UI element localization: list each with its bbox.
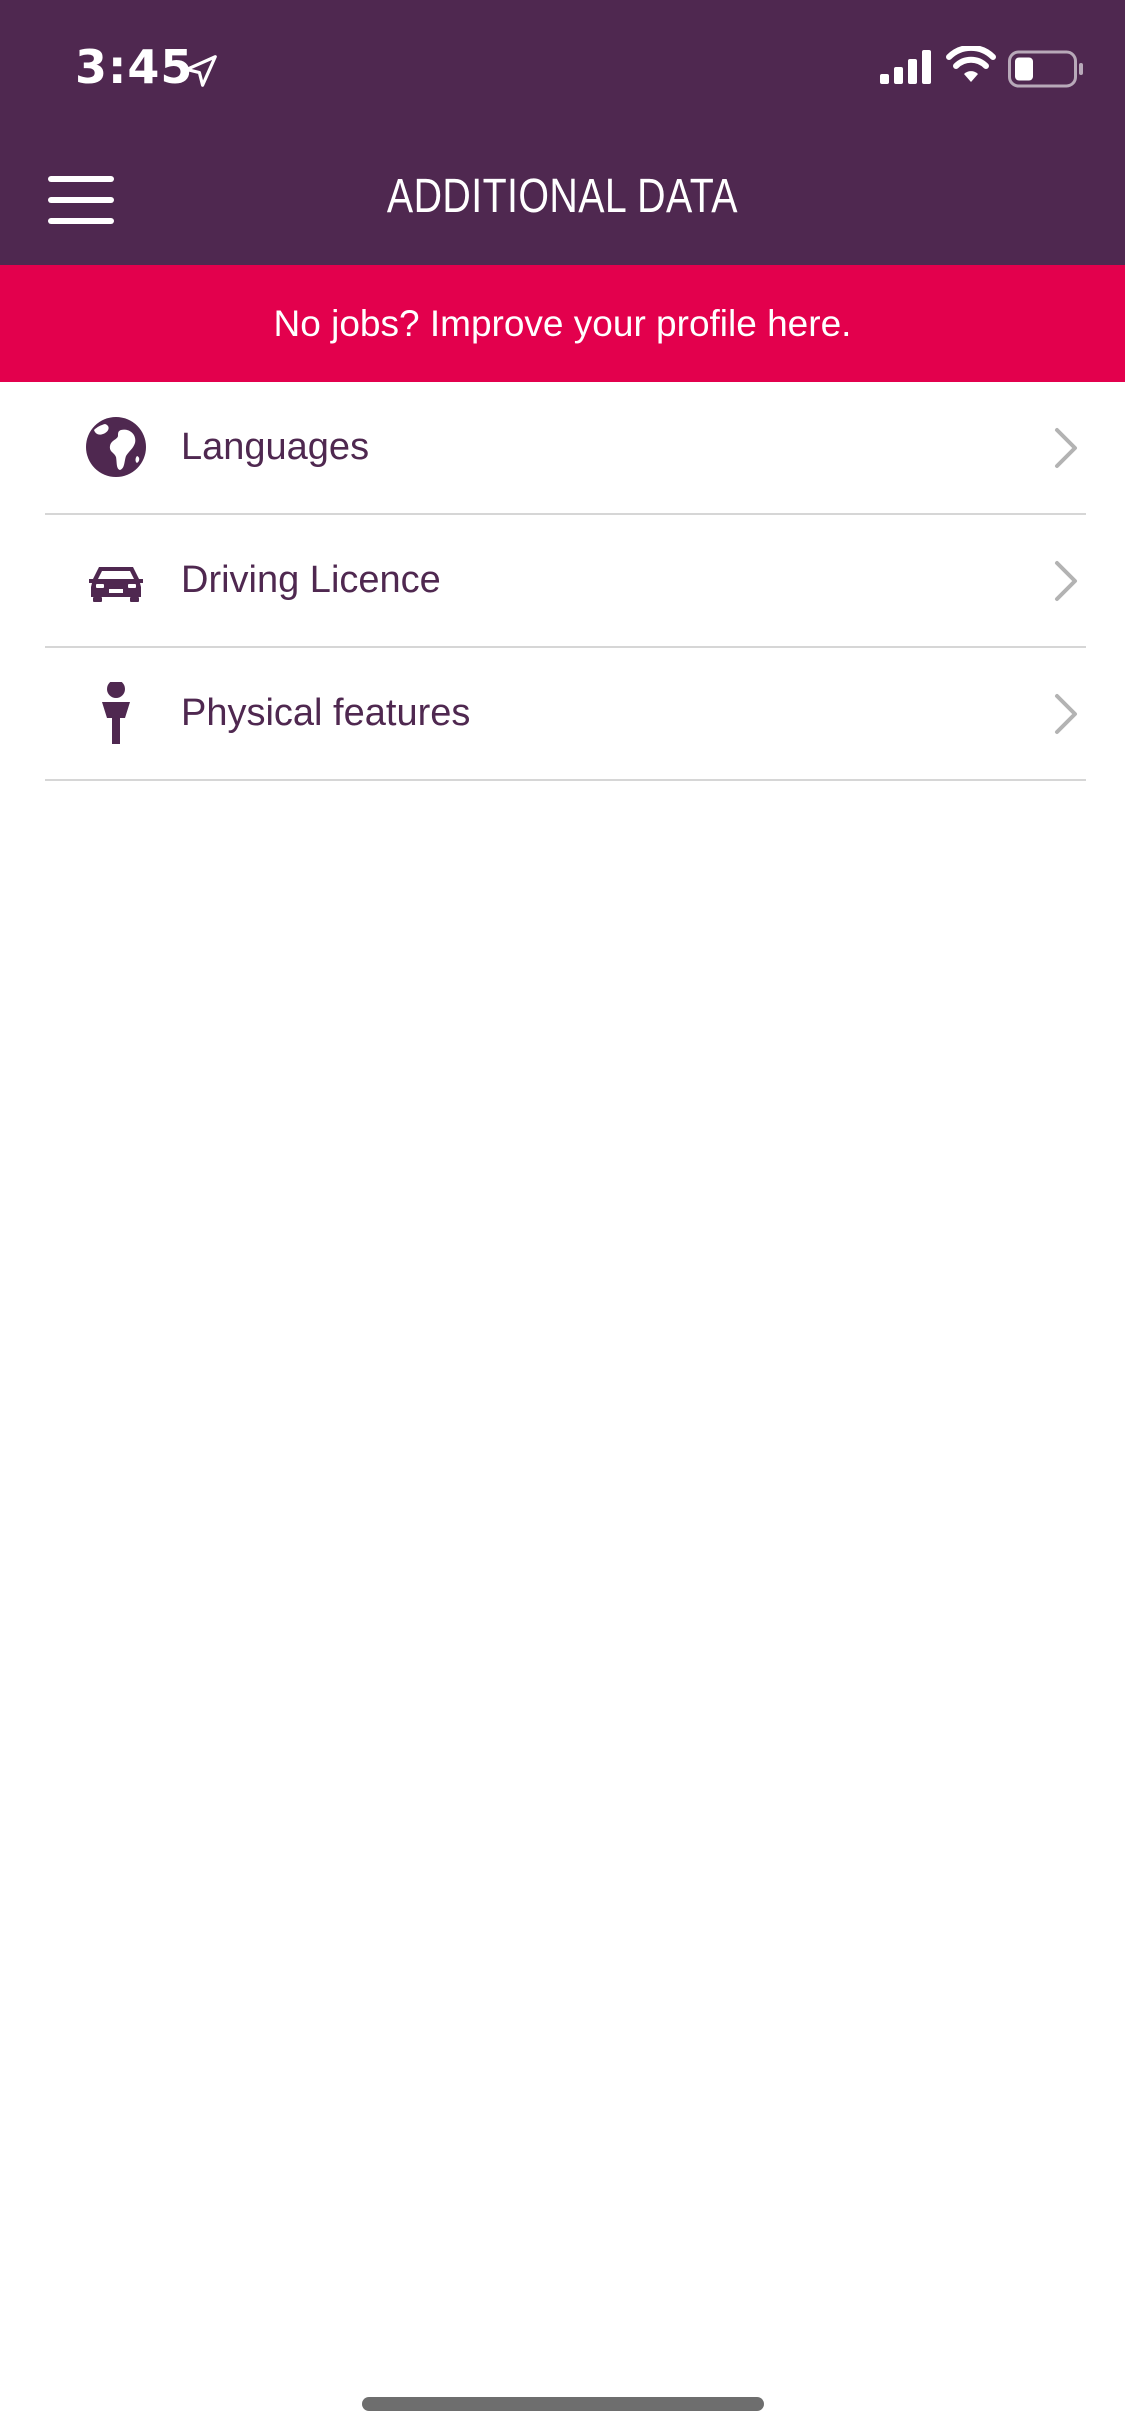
location-arrow-icon <box>185 55 217 87</box>
item-label: Languages <box>181 426 370 468</box>
additional-data-list: Languages Driving Licence Physical featu… <box>45 382 1086 781</box>
improve-profile-banner[interactable]: No jobs? Improve your profile here. <box>0 265 1125 382</box>
home-indicator[interactable] <box>362 2397 764 2411</box>
item-label: Physical features <box>181 692 471 734</box>
globe-icon <box>86 417 146 477</box>
chevron-right-icon <box>1055 694 1077 734</box>
car-icon <box>89 567 143 602</box>
list-item-driving-licence[interactable]: Driving Licence <box>45 515 1086 648</box>
app-header: 3:45 ADDITIONAL DATA <box>0 0 1125 265</box>
item-label: Driving Licence <box>181 559 441 601</box>
list-item-languages[interactable]: Languages <box>45 382 1086 515</box>
status-time: 3:45 <box>75 40 194 94</box>
chevron-right-icon <box>1055 428 1077 468</box>
signal-icon <box>880 50 931 84</box>
battery-icon <box>1008 50 1083 88</box>
chevron-right-icon <box>1055 561 1077 601</box>
person-icon <box>102 682 130 744</box>
page-title: ADDITIONAL DATA <box>386 170 738 223</box>
list-item-physical-features[interactable]: Physical features <box>45 648 1086 781</box>
wifi-icon <box>946 46 996 82</box>
